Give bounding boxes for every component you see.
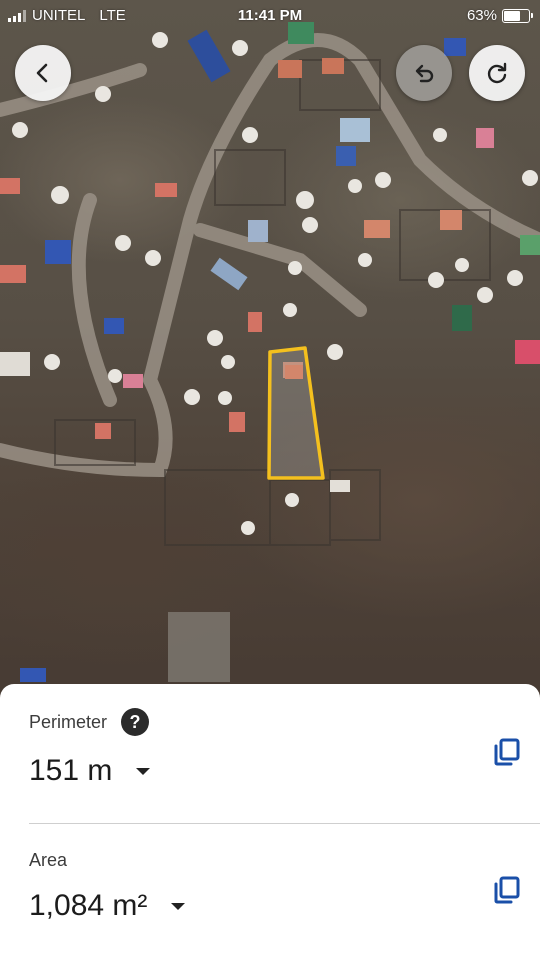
status-time: 11:41 PM [237,7,303,24]
perimeter-section: Perimeter ? 151 m [29,708,511,788]
back-button[interactable] [15,45,71,101]
perimeter-unit-dropdown[interactable]: 151 m [29,754,511,788]
battery-icon [502,8,533,23]
undo-icon [415,64,434,83]
measured-plot-outline [267,346,325,480]
copy-area-icon[interactable] [491,874,523,906]
area-label: Area [29,850,68,870]
redo-icon [487,62,507,84]
battery-percent: 63% [466,7,497,24]
area-section: Area 1,084 m² [29,850,511,923]
area-value: 1,084 m² [29,889,148,922]
caret-down-icon [136,767,151,775]
redo-button[interactable] [469,45,525,101]
measurement-sheet: Perimeter ? 151 m Area 1,084 m² [0,684,540,961]
copy-perimeter-icon[interactable] [491,736,523,768]
status-bar: UNITEL LTE 11:41 PM 63% [0,0,540,32]
satellite-map[interactable] [0,0,540,700]
caret-down-icon [171,902,186,910]
area-unit-dropdown[interactable]: 1,084 m² [29,889,511,923]
perimeter-value: 151 m [29,754,113,787]
section-divider [29,823,540,824]
chevron-left-icon [36,63,48,83]
perimeter-label: Perimeter [29,711,108,732]
help-icon[interactable]: ? [121,708,150,736]
undo-button[interactable] [396,45,452,101]
